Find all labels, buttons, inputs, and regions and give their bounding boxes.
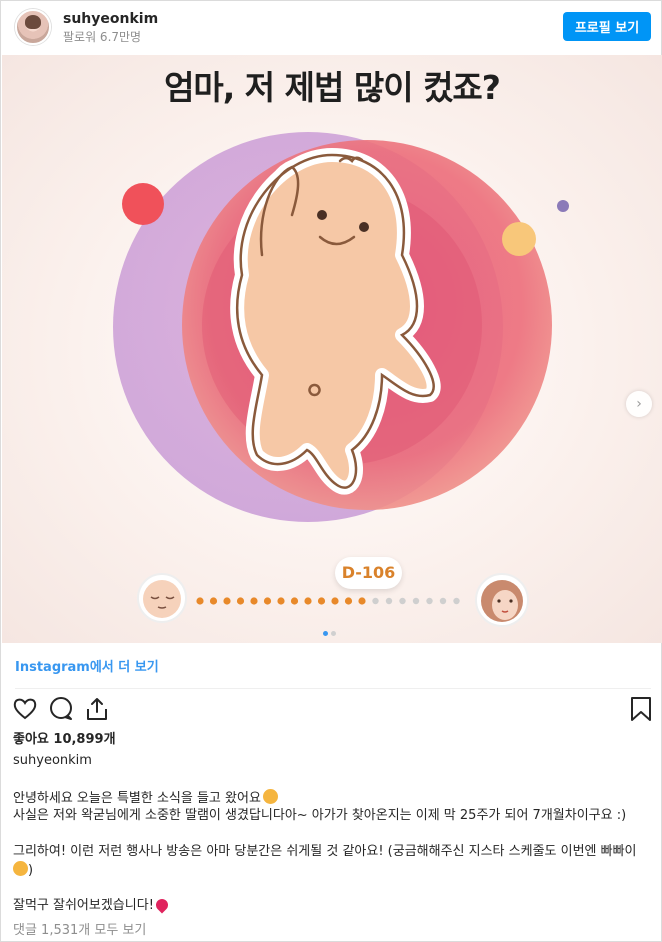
smiling-face-icon [262,789,278,804]
heart-icon[interactable] [12,696,38,722]
username[interactable]: suhyeonkim [63,11,158,27]
progress-dot-filled [263,597,272,605]
carousel-dot [331,631,336,636]
red-dot [122,183,164,225]
instagram-embed: suhyeonkim 팔로워 6.7만명 프로필 보기 엄마, 저 제법 많이 … [0,0,662,942]
view-profile-button[interactable]: 프로필 보기 [563,12,651,41]
progress-dot-filled [304,597,312,605]
caption-text: 잘먹구 잘쉬어보겠습니다! [13,898,154,913]
progress-dot-empty [412,597,420,605]
caption-username[interactable]: suhyeonkim [13,753,92,768]
progress-dot-filled [344,597,353,605]
post-image[interactable]: 엄마, 저 제법 많이 컸죠? › D-106 [2,55,662,643]
start-face-icon [137,573,187,623]
end-face-icon [475,573,529,627]
progress-dot-filled [236,597,245,605]
next-image-button[interactable]: › [626,391,652,417]
caption-line: 그리하여! 이런 저런 행사나 방송은 아마 당분간은 쉬게될 것 같아요! (… [13,843,661,861]
laughing-face-icon [13,861,28,876]
progress-dot-empty [385,597,393,605]
progress-dot-empty [439,597,447,605]
progress-dot-filled [209,597,218,605]
illustration [113,132,569,627]
baby-eye-right [359,222,369,232]
caption-line: 잘먹구 잘쉬어보겠습니다! [13,897,661,915]
divider [15,688,651,689]
dday-badge: D-106 [335,557,402,589]
progress-dot-filled [317,597,326,605]
bookmark-icon[interactable] [628,696,654,722]
caption-line: 사실은 저와 왁굳님에게 소중한 딸램이 생겼답니다아~ 아가가 찾아온지는 이… [13,808,627,823]
baby-eye-left [317,210,327,220]
caption-text: 그리하여! 이런 저런 행사나 방송은 아마 당분간은 쉬게될 것 같아요! (… [13,844,637,859]
carousel-indicator [323,621,343,636]
heart-emoji-icon [153,897,171,914]
progress-dot-empty [372,597,379,605]
comment-icon[interactable] [48,696,74,722]
progress-dot-empty [426,597,433,605]
carousel-dot-active [323,631,328,636]
progress-dot-filled [223,597,231,605]
caption-text: ) [28,863,34,878]
avatar[interactable] [15,9,51,45]
progress-dot-filled [290,597,299,605]
follower-count: 팔로워 6.7만명 [63,30,142,44]
yellow-dot [502,222,536,256]
caption-line: ) [13,861,661,880]
caption-text: 안녕하세요 오늘은 특별한 소식을 들고 왔어요 [13,791,261,806]
post-headline: 엄마, 저 제법 많이 컸죠? [164,68,501,107]
progress-dot-empty [399,597,406,605]
like-count[interactable]: 좋아요 10,899개 [13,728,116,747]
share-icon[interactable] [84,696,110,722]
view-on-instagram-link[interactable]: Instagram에서 더 보기 [15,656,159,675]
progress-dot-filled [277,597,285,605]
progress-dot-filled [358,597,366,605]
progress-dot-empty [453,597,460,605]
post-header: suhyeonkim 팔로워 6.7만명 프로필 보기 [1,1,662,55]
view-all-comments-link[interactable]: 댓글 1,531개 모두 보기 [13,919,146,938]
caption-line: 안녕하세요 오늘은 특별한 소식을 들고 왔어요 [13,789,661,808]
purple-dot [557,200,569,212]
progress-dot-filled [250,597,258,605]
progress-dot-filled [331,597,339,605]
progress-dot-filled [196,597,204,605]
progress-dots [196,597,460,605]
